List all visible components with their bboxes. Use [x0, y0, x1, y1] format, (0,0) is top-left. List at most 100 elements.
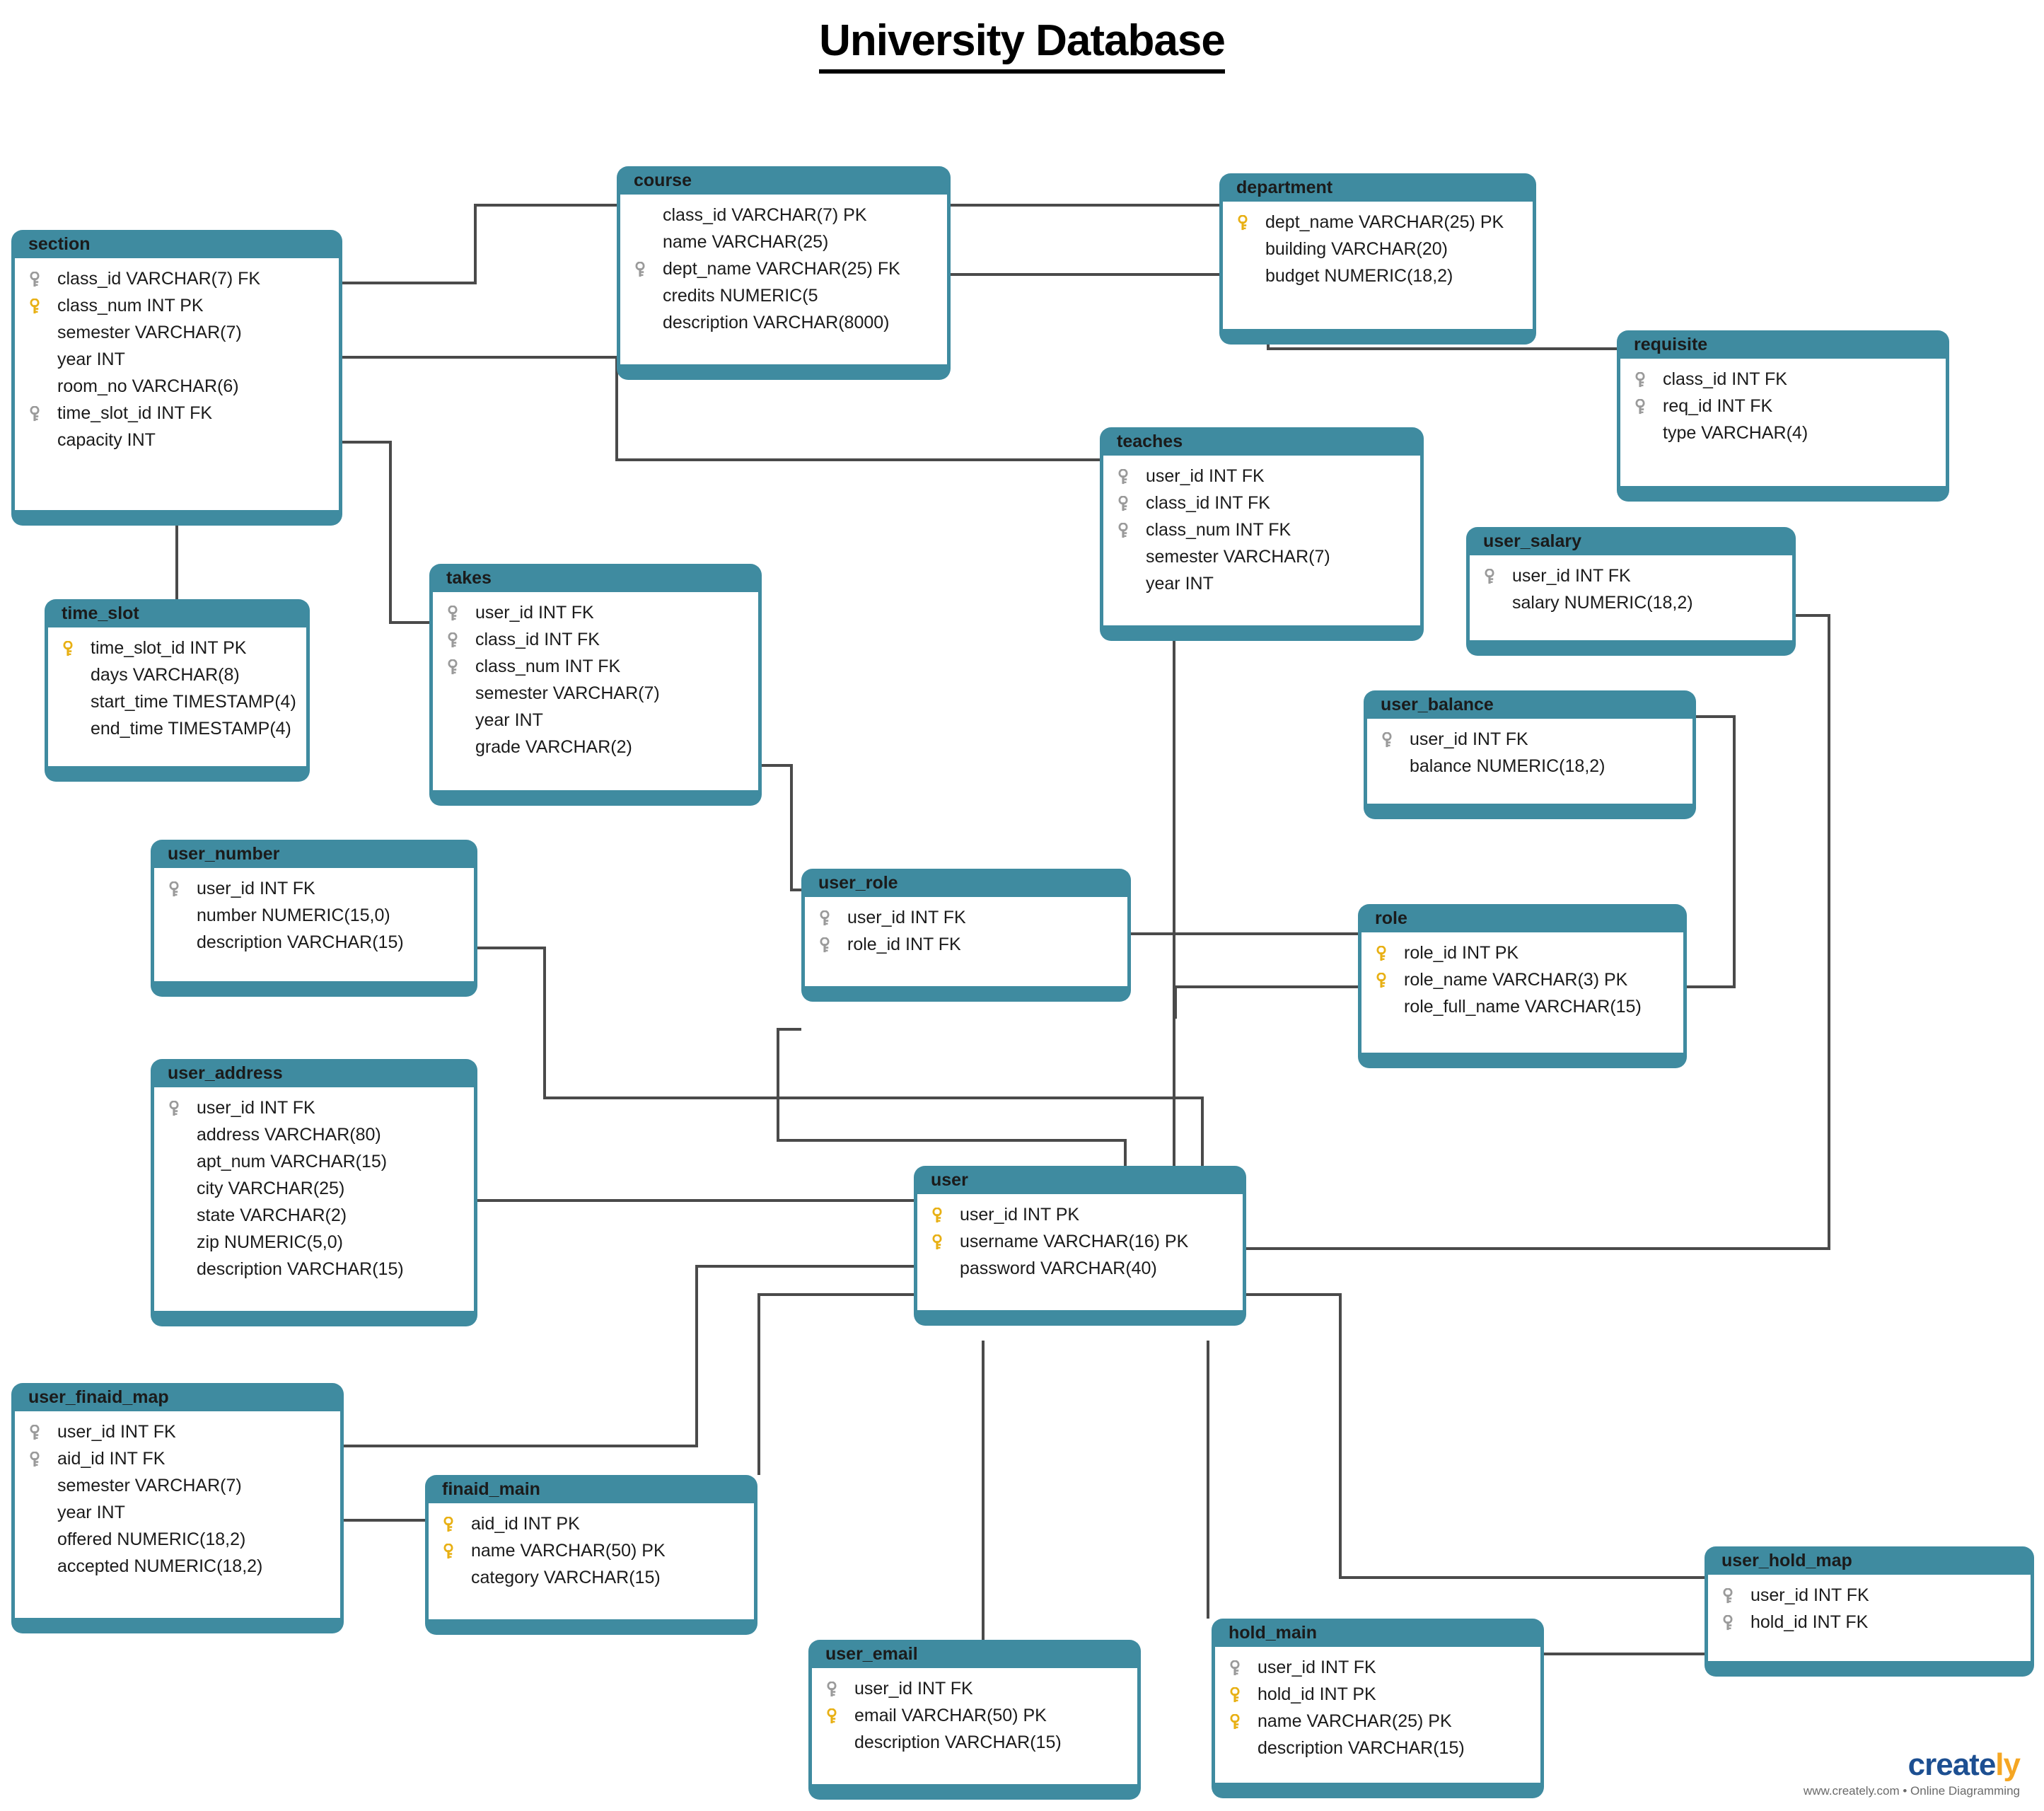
attribute-text: description VARCHAR(15) [197, 1259, 404, 1279]
attribute-text: year INT [57, 349, 125, 369]
attribute-text: user_id INT FK [1512, 566, 1631, 586]
entity-footer [1100, 625, 1424, 641]
attribute-text: class_num INT FK [1146, 520, 1291, 540]
attribute-text: role_id INT PK [1404, 943, 1519, 963]
entity-footer [151, 981, 477, 997]
foreign-key-icon [1118, 523, 1128, 538]
entity-user_email[interactable]: user_email user_id INT FK email VARCHAR(50… [808, 1640, 1141, 1800]
entity-attributes-time_slot: time_slot_id INT PK days VARCHAR(8) start_… [48, 627, 306, 766]
attribute-row: zip NUMERIC(5,0) [154, 1229, 474, 1256]
attribute-text: aid_id INT FK [57, 1449, 166, 1469]
entity-hold_main[interactable]: hold_main user_id INT FK hold_id INT PK nam… [1212, 1619, 1544, 1798]
entity-title-finaid_main: finaid_main [442, 1479, 540, 1499]
foreign-key-icon [1723, 1588, 1733, 1604]
entity-title-time_slot: time_slot [62, 603, 139, 623]
attribute-row: name VARCHAR(25) PK [1215, 1708, 1540, 1735]
attribute-text: class_id VARCHAR(7) FK [57, 269, 261, 289]
entity-requisite[interactable]: requisite class_id INT FK req_id INT FK typ… [1617, 330, 1949, 502]
foreign-key-icon [1382, 732, 1392, 748]
attribute-row: budget NUMERIC(18,2) [1223, 262, 1533, 289]
entity-user_address[interactable]: user_address user_id INT FK address VARCHA… [151, 1059, 477, 1326]
creately-logo: creately [1907, 1747, 2021, 1782]
attribute-text: state VARCHAR(2) [197, 1205, 347, 1225]
entity-user_hold_map[interactable]: user_hold_map user_id INT FK hold_id INT F… [1705, 1546, 2034, 1677]
entity-section[interactable]: section class_id VARCHAR(7) FK class_num I… [11, 230, 342, 526]
entity-attributes-user_salary: user_id INT FK salary NUMERIC(18,2) [1470, 555, 1792, 640]
attribute-text: year INT [57, 1503, 125, 1522]
er-diagram-canvas: University Database section class_id VARC… [0, 0, 2044, 1811]
entity-teaches[interactable]: teaches user_id INT FK class_id INT FK clas… [1100, 427, 1424, 641]
attribute-text: building VARCHAR(20) [1265, 239, 1448, 259]
entity-title-role: role [1375, 908, 1407, 928]
entity-time_slot[interactable]: time_slot time_slot_id INT PK days VARCHAR… [45, 599, 310, 782]
attribute-text: password VARCHAR(40) [960, 1259, 1157, 1278]
primary-key-icon [443, 1517, 453, 1532]
entity-footer [1617, 486, 1949, 502]
foreign-key-icon [30, 272, 40, 287]
entity-footer [11, 1618, 344, 1633]
entity-title-hold_main: hold_main [1229, 1623, 1318, 1643]
foreign-key-icon [1118, 469, 1128, 485]
attribute-text: req_id INT FK [1663, 396, 1773, 416]
entity-attributes-user_email: user_id INT FK email VARCHAR(50) PK descri… [812, 1668, 1137, 1784]
entity-user_finaid_map[interactable]: user_finaid_map user_id INT FK aid_id INT … [11, 1383, 344, 1633]
entity-user[interactable]: user user_id INT PK username VARCHAR(16) P… [914, 1166, 1246, 1326]
entity-role[interactable]: role role_id INT PK role_name VARCHAR(3) P… [1358, 904, 1687, 1068]
entity-footer [1364, 804, 1696, 819]
attribute-text: username VARCHAR(16) PK [960, 1232, 1189, 1251]
entity-title-user_email: user_email [825, 1644, 918, 1664]
attribute-text: category VARCHAR(15) [471, 1568, 661, 1587]
foreign-key-icon [169, 881, 179, 897]
entity-user_balance[interactable]: user_balance user_id INT FK balance NUMERI… [1364, 690, 1696, 819]
foreign-key-icon [820, 937, 830, 953]
attribute-text: class_id VARCHAR(7) PK [663, 205, 867, 225]
entity-footer [425, 1619, 757, 1635]
attribute-text: balance NUMERIC(18,2) [1410, 756, 1605, 776]
entity-footer [1705, 1661, 2034, 1677]
entity-attributes-user_role: user_id INT FK role_id INT FK [805, 897, 1127, 986]
entity-footer [429, 790, 762, 806]
attribute-text: class_id INT FK [475, 630, 600, 649]
entity-title-user_balance: user_balance [1381, 695, 1494, 714]
attribute-text: description VARCHAR(15) [1258, 1738, 1465, 1758]
attribute-row: offered NUMERIC(18,2) [15, 1526, 340, 1553]
entity-attributes-user: user_id INT PK username VARCHAR(16) PK pas… [917, 1194, 1243, 1310]
attribute-row: class_id VARCHAR(7) FK [15, 265, 339, 292]
attribute-row: year INT [433, 707, 758, 734]
attribute-row: grade VARCHAR(2) [433, 734, 758, 760]
entity-title-teaches: teaches [1117, 432, 1183, 451]
attribute-text: zip NUMERIC(5,0) [197, 1232, 343, 1252]
entity-department[interactable]: department dept_name VARCHAR(25) PK buildi… [1219, 173, 1536, 345]
entity-attributes-hold_main: user_id INT FK hold_id INT PK name VARCHAR… [1215, 1647, 1540, 1783]
attribute-text: accepted NUMERIC(18,2) [57, 1556, 263, 1576]
attribute-row: aid_id INT FK [15, 1445, 340, 1472]
attribute-text: user_id INT FK [475, 603, 594, 623]
entity-footer [617, 364, 951, 380]
entity-user_role[interactable]: user_role user_id INT FK role_id INT FK [801, 869, 1131, 1002]
attribute-text: user_id INT FK [1750, 1585, 1869, 1605]
attribute-row: class_id INT FK [1103, 490, 1420, 516]
attribute-text: year INT [1146, 574, 1214, 594]
attribute-row: end_time TIMESTAMP(4) [48, 715, 306, 742]
entity-finaid_main[interactable]: finaid_main aid_id INT PK name VARCHAR(50)… [425, 1475, 757, 1635]
foreign-key-icon [1485, 569, 1494, 584]
attribute-text: user_id INT FK [1410, 729, 1528, 749]
entity-user_salary[interactable]: user_salary user_id INT FK salary NUMERIC(… [1466, 527, 1796, 656]
attribute-row: class_id VARCHAR(7) PK [620, 202, 947, 228]
entity-footer [1219, 329, 1536, 345]
attribute-row: semester VARCHAR(7) [15, 319, 339, 346]
entity-user_number[interactable]: user_number user_id INT FK number NUMERIC(… [151, 840, 477, 997]
foreign-key-icon [30, 1452, 40, 1467]
attribute-row: time_slot_id INT PK [48, 635, 306, 661]
primary-key-icon [1238, 215, 1248, 231]
attribute-row: number NUMERIC(15,0) [154, 902, 474, 929]
attribute-row: credits NUMERIC(5 [620, 282, 947, 309]
entity-footer [801, 986, 1131, 1002]
attribute-text: role_id INT FK [847, 935, 961, 954]
attribute-text: user_id INT FK [197, 1098, 315, 1118]
attribute-row: user_id INT FK [1708, 1582, 2031, 1609]
entity-takes[interactable]: takes user_id INT FK class_id INT FK class_… [429, 564, 762, 806]
attribute-row: building VARCHAR(20) [1223, 236, 1533, 262]
entity-course[interactable]: course class_id VARCHAR(7) PK name VARCHAR… [617, 166, 951, 380]
foreign-key-icon [827, 1682, 837, 1697]
